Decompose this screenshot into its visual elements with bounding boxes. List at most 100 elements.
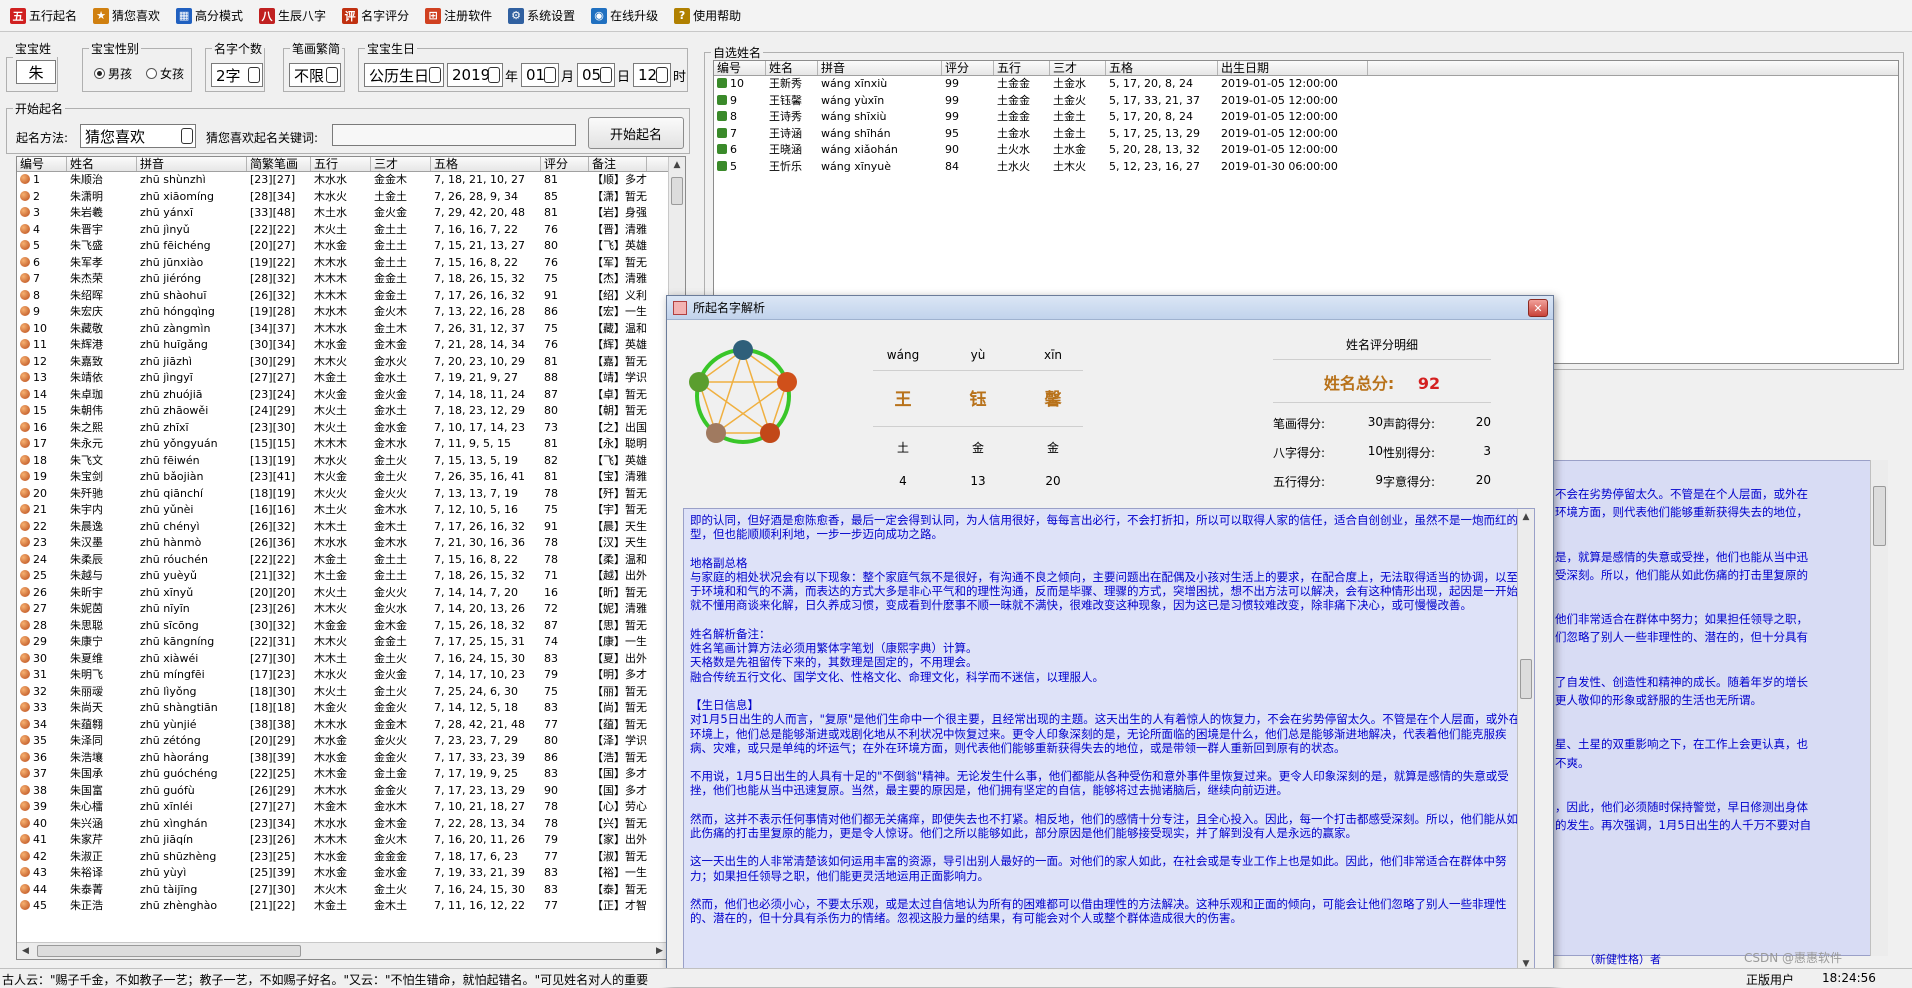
table-row[interactable]: 15 朱朝伟 zhū zhāowěi [24][29] 木火土 金水土 7, 18, 23,… [17,403,685,420]
scroll-thumb[interactable] [671,177,683,205]
table-row[interactable]: 27 朱妮茵 zhū nīyīn [23][26] 木木火 金火水 7, 14, 20, 1… [17,601,685,618]
column-header[interactable]: 五格 [1106,61,1218,75]
table-row[interactable]: 17 朱永元 zhū yǒngyuán [15][15] 木木木 金木水 7, 11, 9,… [17,436,685,453]
male-radio[interactable]: 男孩 [94,65,132,82]
table-row[interactable]: 13 朱靖依 zhū jìngyī [27][27] 木金土 金水土 7, 19, 21, … [17,370,685,387]
toolbar-button-5[interactable]: 评名字评分 [336,4,415,27]
table-row[interactable]: 21 朱宇内 zhū yǔnèi [16][16] 木土火 金木水 7, 12, 10, 5… [17,502,685,519]
scroll-thumb[interactable] [1873,486,1886,546]
table-row[interactable]: 22 朱晨逸 zhū chényì [26][32] 木木土 金木土 7, 17, 26, … [17,519,685,536]
year-select[interactable]: 2019 [447,63,503,87]
toolbar-button-6[interactable]: ⊞ 注册软件 [419,4,498,27]
scroll-up-icon[interactable]: ▲ [1518,509,1534,526]
toolbar-button-2[interactable]: ★ 猜您喜欢 [87,4,166,27]
table-row[interactable]: 41 朱家芹 zhū jiāqín [23][26] 木木木 金火木 7, 16, 20, … [17,832,685,849]
column-header[interactable]: 备注 [589,157,647,171]
column-header[interactable]: 五行 [994,61,1050,75]
table-row[interactable]: 14 朱卓珈 zhū zhuójiā [23][24] 木火金 金火金 7, 14, 18,… [17,387,685,404]
table-row[interactable]: 20 朱歼驰 zhū qiānchí [18][19] 木火火 金火火 7, 13, 13,… [17,486,685,503]
names-table[interactable]: 编号 姓名 拼音 简繁笔画 五行 三才 五格 评分 备注 1 朱顺治 zhū shùnzhì [23]… [16,156,686,960]
table-row[interactable]: 7 朱杰荣 zhū jiéróng [28][32] 木木木 金金土 7, 18, 26, … [17,271,685,288]
table-row[interactable]: 36 朱浩壤 zhū hàoráng [38][39] 木水金 金金火 7, 17, 33,… [17,750,685,767]
table-row[interactable]: 25 朱越与 zhū yuèyǔ [21][32] 木土金 金土土 7, 18, 26, 1… [17,568,685,585]
toolbar-button-1[interactable]: 五五行起名 [4,4,83,27]
table-row[interactable]: 33 朱尚天 zhū shàngtiān [18][18] 木金火 金金火 7, 14, 1… [17,700,685,717]
table-row[interactable]: 34 朱蕴翱 zhū yùnjié [38][38] 木木水 金金木 7, 28, 42, … [17,717,685,734]
column-header[interactable]: 姓名 [67,157,137,171]
table-row[interactable]: 19 朱宝剑 zhū bǎojiàn [23][41] 木火金 金土火 7, 26, 35,… [17,469,685,486]
table-row[interactable]: 26 朱昕宇 zhū xīnyǔ [20][20] 木火土 金火火 7, 14, 14, 7… [17,585,685,602]
checkbox-icon[interactable] [717,127,727,138]
checkbox-icon[interactable] [717,144,727,154]
column-header[interactable]: 五行 [311,157,371,171]
stroke-select[interactable]: 不限 [289,63,341,87]
name-count-select[interactable]: 2字 [211,63,263,87]
table-row[interactable]: 3 朱岩羲 zhū yánxī [33][48] 木土水 金火金 7, 29, 42, 20… [17,205,685,222]
column-header[interactable]: 三才 [371,157,431,171]
day-select[interactable]: 05 [577,63,615,87]
scroll-up-icon[interactable]: ▲ [669,157,685,174]
checkbox-icon[interactable] [717,78,727,88]
analysis-scrollbar[interactable]: ▲ ▼ [1517,509,1534,973]
calendar-select[interactable]: 公历生日 [364,63,444,87]
checkbox-icon[interactable] [717,111,727,121]
table-row[interactable]: 1 朱顺治 zhū shùnzhì [23][27] 木水水 金金木 7, 18, 21, … [17,172,685,189]
table-row[interactable]: 8 朱绍晖 zhū shàohuī [26][32] 木木木 金金土 7, 17, 26, … [17,288,685,305]
table-row[interactable]: 18 朱飞文 zhū fēiwén [13][19] 木水火 金土火 7, 15, 13, … [17,453,685,470]
table-row[interactable]: 8 王诗秀 wáng shīxiù 99 土金金 土金土 5, 17, 20, 8, 24 2… [714,109,1898,126]
surname-input[interactable]: 朱 [16,60,56,84]
scroll-thumb[interactable] [1520,659,1532,699]
names-hscrollbar[interactable]: ◀ ▶ [17,942,668,959]
close-icon[interactable]: ✕ [1528,299,1548,317]
table-row[interactable]: 30 朱夏维 zhū xiàwéi [27][30] 木木土 金土火 7, 16, 24, … [17,651,685,668]
table-row[interactable]: 44 朱泰菁 zhū tàijīng [27][30] 木火木 金土火 7, 16, 24,… [17,882,685,899]
table-row[interactable]: 10 王新秀 wáng xīnxiù 99 土金金 土金水 5, 17, 20, 8, 24… [714,76,1898,93]
right-panel-scrollbar[interactable] [1870,460,1888,956]
table-row[interactable]: 23 朱汉墨 zhū hànmò [26][36] 木水水 金木水 7, 21, 30, 1… [17,535,685,552]
column-header[interactable]: 三才 [1050,61,1106,75]
table-row[interactable]: 5 王忻乐 wáng xīnyuè 84 土水火 土木火 5, 12, 23, 16, 27… [714,159,1898,176]
table-row[interactable]: 10 朱藏敬 zhū zàngmìn [34][37] 木木水 金土木 7, 26, 31,… [17,321,685,338]
column-header[interactable]: 编号 [714,61,766,75]
table-row[interactable]: 9 朱宏庆 zhū hóngqìng [19][28] 木水木 金火木 7, 13, 22,… [17,304,685,321]
column-header[interactable]: 简繁笔画 [247,157,311,171]
table-row[interactable]: 7 王诗涵 wáng shīhán 95 土金水 土金土 5, 17, 25, 13, 29… [714,126,1898,143]
toolbar-button-7[interactable]: ⚙ 系统设置 [502,4,581,27]
table-row[interactable]: 6 朱军孝 zhū jūnxiào [19][22] 木木水 金土土 7, 15, 16, … [17,255,685,272]
table-row[interactable]: 5 朱飞盛 zhū fēichéng [20][27] 木水金 金土土 7, 15, 21,… [17,238,685,255]
hour-select[interactable]: 12 [633,63,671,87]
scroll-left-icon[interactable]: ◀ [17,943,34,960]
table-row[interactable]: 45 朱正浩 zhū zhènghào [21][22] 木金土 金木土 7, 11, 16… [17,898,685,915]
column-header[interactable]: 拼音 [137,157,247,171]
table-row[interactable]: 16 朱之熙 zhū zhīxī [23][30] 木火土 金水金 7, 10, 17, 1… [17,420,685,437]
method-select[interactable]: 猜您喜欢 [80,124,196,148]
table-row[interactable]: 43 朱裕译 zhū yùyì [25][39] 木水金 金水金 7, 19, 33, 21… [17,865,685,882]
column-header[interactable]: 评分 [541,157,589,171]
table-row[interactable]: 24 朱柔辰 zhū róuchén [22][22] 木金土 金土土 7, 15, 16,… [17,552,685,569]
column-header[interactable]: 姓名 [766,61,818,75]
hscroll-thumb[interactable] [37,945,301,957]
table-row[interactable]: 29 朱康宁 zhū kāngníng [22][31] 木木火 金金土 7, 17, 25… [17,634,685,651]
toolbar-button-4[interactable]: 八生辰八字 [253,4,332,27]
table-row[interactable]: 12 朱嘉致 zhū jiāzhì [30][29] 木木火 金水火 7, 20, 23, … [17,354,685,371]
checkbox-icon[interactable] [717,160,727,171]
checkbox-icon[interactable] [717,94,727,105]
column-header[interactable]: 编号 [17,157,67,171]
column-header[interactable]: 评分 [942,61,994,75]
table-row[interactable]: 11 朱辉港 zhū huīgǎng [30][34] 木水金 金木金 7, 21, 28,… [17,337,685,354]
table-row[interactable]: 6 王晓涵 wáng xiǎohán 90 土火水 土水金 5, 20, 28, 13, 3… [714,142,1898,159]
female-radio[interactable]: 女孩 [146,65,184,82]
column-header[interactable]: 五格 [431,157,541,171]
column-header[interactable]: 拼音 [818,61,942,75]
table-row[interactable]: 42 朱淑正 zhū shūzhèng [23][25] 木水金 金金金 7, 18, 17… [17,849,685,866]
table-row[interactable]: 9 王钰馨 wáng yùxīn 99 土金金 土金火 5, 17, 33, 21, 37 2… [714,93,1898,110]
toolbar-button-3[interactable]: ▦ 高分模式 [170,4,249,27]
month-select[interactable]: 01 [521,63,559,87]
table-row[interactable]: 37 朱国承 zhū guóchéng [22][25] 木木金 金土金 7, 17, 19… [17,766,685,783]
table-row[interactable]: 31 朱明飞 zhū míngfēi [17][23] 木水火 金火金 7, 14, 17,… [17,667,685,684]
table-row[interactable]: 35 朱泽同 zhū zétóng [20][29] 木水金 金火火 7, 23, 23, … [17,733,685,750]
table-row[interactable]: 28 朱思聪 zhū sīcōng [30][32] 木金金 金木金 7, 15, 26, … [17,618,685,635]
table-row[interactable]: 2 朱潇明 zhū xiāomíng [28][34] 木水火 土金土 7, 26, 28,… [17,189,685,206]
table-row[interactable]: 4 朱晋宇 zhū jìnyǔ [22][22] 木火土 金土土 7, 16, 16, 7,… [17,222,685,239]
toolbar-button-9[interactable]: ? 使用帮助 [668,4,747,27]
